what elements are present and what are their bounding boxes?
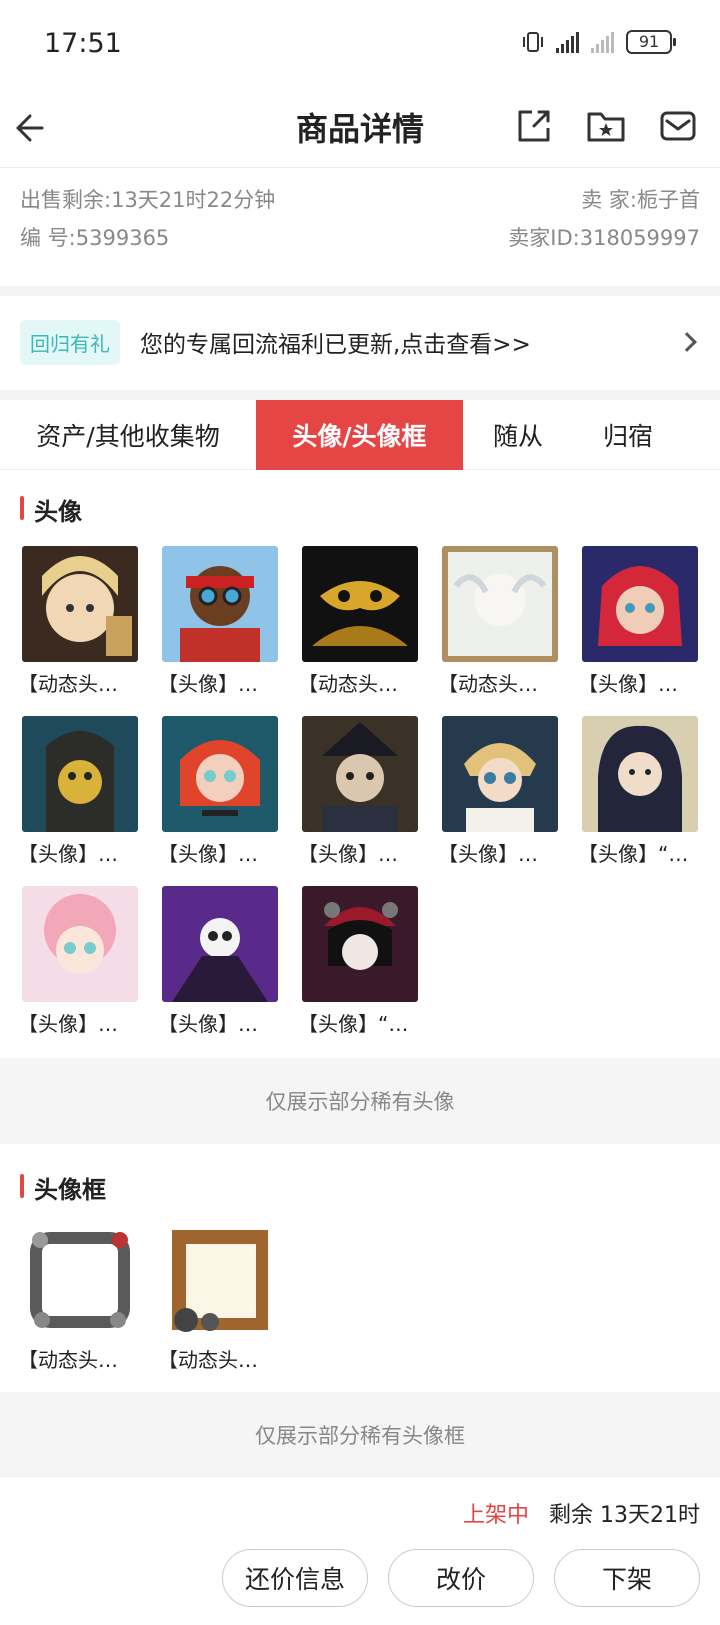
avatar-image [302, 716, 418, 832]
seller-id-label: 卖家ID: [508, 226, 580, 250]
frame-caption: 【动态头… [18, 1348, 118, 1372]
avatar-caption: 【头像】… [578, 672, 678, 696]
frames-notice: 仅展示部分稀有头像框 [0, 1392, 720, 1478]
message-icon[interactable] [656, 104, 700, 148]
avatar-item[interactable]: 【头像】… [18, 886, 138, 1037]
vibrate-icon [523, 32, 543, 52]
tab-followers[interactable]: 随从 [463, 400, 573, 470]
avatar-item[interactable]: 【头像】… [298, 716, 418, 867]
avatar-caption: 【动态头… [438, 672, 538, 696]
chevron-right-icon [677, 332, 697, 352]
frame-image [22, 1222, 138, 1338]
tab-assets[interactable]: 资产/其他收集物 [0, 400, 256, 470]
avatar-item[interactable]: 【头像】… [18, 716, 138, 867]
change-price-button[interactable]: 改价 [388, 1549, 534, 1607]
product-info: 出售剩余:13天21时22分钟 卖 家:栀子首 编 号:5399365 卖家ID… [0, 170, 720, 286]
avatar-item[interactable]: 【动态头… [438, 546, 558, 697]
remaining-value: 13天21时22分钟 [111, 188, 276, 212]
status-time: 17:51 [44, 28, 122, 59]
status-badge: 上架中 [463, 1503, 530, 1528]
signal-2-icon [591, 31, 614, 53]
frame-caption: 【动态头… [158, 1348, 258, 1372]
remaining-label: 出售剩余: [20, 188, 112, 212]
seller-label: 卖 家: [581, 188, 637, 212]
counter-offer-button[interactable]: 还价信息 [222, 1549, 368, 1607]
delist-button[interactable]: 下架 [554, 1549, 700, 1607]
avatar-caption: 【头像】… [158, 672, 258, 696]
avatar-image [22, 716, 138, 832]
frame-item[interactable]: 【动态头… [18, 1222, 138, 1373]
return-reward-banner[interactable]: 回归有礼 您的专属回流福利已更新,点击查看>> [0, 296, 720, 388]
avatar-image [162, 546, 278, 662]
nav-bar: 商品详情 [0, 90, 720, 168]
avatar-item[interactable]: 【动态头… [298, 546, 418, 697]
banner-text: 您的专属回流福利已更新,点击查看>> [140, 332, 531, 358]
divider [0, 286, 720, 296]
tab-home[interactable]: 归宿 [573, 400, 683, 470]
avatars-section-title: 头像 [20, 492, 82, 527]
avatar-caption: 【头像】“… [298, 1012, 409, 1036]
avatar-image [302, 546, 418, 662]
banner-tag: 回归有礼 [20, 319, 120, 365]
category-tabs: 资产/其他收集物 头像/头像框 随从 归宿 [0, 400, 720, 470]
avatar-item[interactable]: 【动态头… [18, 546, 138, 697]
signal-icon [556, 31, 579, 53]
avatar-image [442, 546, 558, 662]
avatar-caption: 【头像】… [18, 842, 118, 866]
id-label: 编 号: [20, 226, 76, 250]
avatar-item[interactable]: 【头像】“… [298, 886, 418, 1037]
avatar-image [22, 546, 138, 662]
avatar-caption: 【动态头… [298, 672, 398, 696]
avatar-image [22, 886, 138, 1002]
remaining-time: 剩余 13天21时 [549, 1503, 700, 1528]
bottom-action-bar: 上架中 剩余 13天21时 还价信息 改价 下架 [0, 1476, 720, 1625]
avatar-caption: 【头像】… [158, 842, 258, 866]
battery-icon: 91 [626, 30, 676, 54]
id-value: 5399365 [75, 226, 170, 250]
avatar-item[interactable]: 【头像】“… [578, 716, 698, 867]
frame-image [162, 1222, 278, 1338]
avatar-image [162, 886, 278, 1002]
avatar-caption: 【头像】“… [578, 842, 689, 866]
avatar-image [162, 716, 278, 832]
share-icon[interactable] [512, 104, 556, 148]
status-bar: 17:51 91 [0, 0, 720, 90]
seller-id-value: 318059997 [579, 226, 700, 250]
avatar-item[interactable]: 【头像】… [158, 716, 278, 867]
avatar-image [302, 886, 418, 1002]
status-icons: 91 [522, 30, 676, 54]
divider [0, 390, 720, 400]
avatar-caption: 【头像】… [158, 1012, 258, 1036]
frame-item[interactable]: 【动态头… [158, 1222, 278, 1373]
avatar-item[interactable]: 【头像】… [158, 886, 278, 1037]
favorite-folder-icon[interactable] [584, 104, 628, 148]
info-row-1: 出售剩余:13天21时22分钟 卖 家:栀子首 [20, 184, 700, 214]
info-row-2: 编 号:5399365 卖家ID:318059997 [20, 222, 700, 252]
avatar-item[interactable]: 【头像】… [578, 546, 698, 697]
seller-value: 栀子首 [637, 188, 700, 212]
avatar-image [582, 546, 698, 662]
listing-status: 上架中 剩余 13天21时 [463, 1497, 700, 1529]
avatar-image [582, 716, 698, 832]
tab-avatars[interactable]: 头像/头像框 [256, 400, 463, 470]
avatar-caption: 【头像】… [438, 842, 538, 866]
avatar-image [442, 716, 558, 832]
avatars-notice: 仅展示部分稀有头像 [0, 1058, 720, 1144]
avatar-caption: 【头像】… [18, 1012, 118, 1036]
avatar-item[interactable]: 【头像】… [158, 546, 278, 697]
frames-section-title: 头像框 [20, 1170, 106, 1205]
avatar-caption: 【头像】… [298, 842, 398, 866]
avatar-caption: 【动态头… [18, 672, 118, 696]
avatar-item[interactable]: 【头像】… [438, 716, 558, 867]
